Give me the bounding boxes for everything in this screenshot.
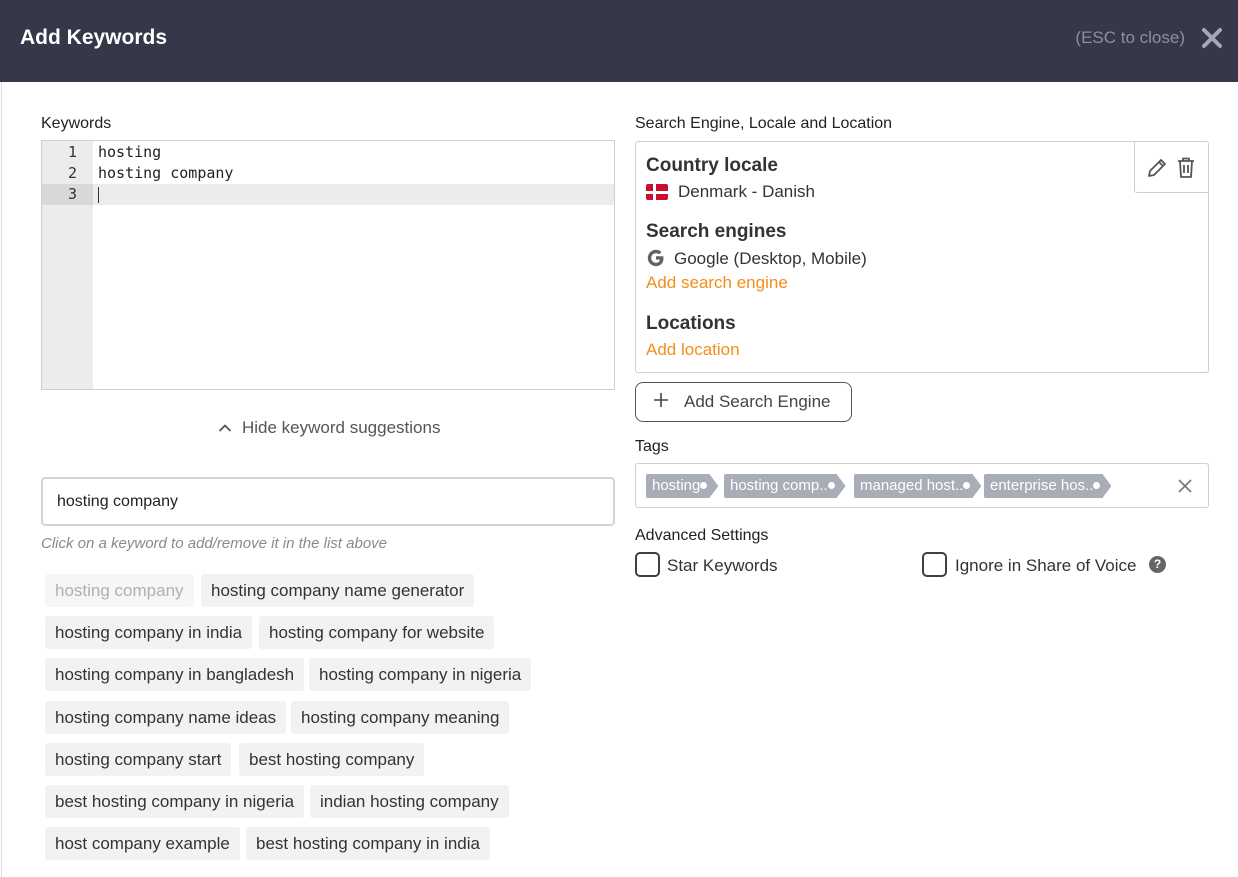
close-icon[interactable] xyxy=(1200,25,1224,51)
search-engine-section-label: Search Engine, Locale and Location xyxy=(635,115,893,132)
suggestion-chip[interactable]: hosting company meaning xyxy=(291,701,510,734)
tag-chip[interactable]: hosting xyxy=(646,474,718,498)
suggestion-chip[interactable]: best hosting company xyxy=(239,743,425,776)
tag-label: enterprise hos.. xyxy=(990,477,1094,494)
line-number: 3 xyxy=(67,185,77,203)
esc-hint: (ESC to close) xyxy=(1075,28,1185,47)
toggle-label: Hide keyword suggestions xyxy=(242,418,441,437)
clear-tags-icon[interactable] xyxy=(1176,477,1194,495)
help-icon[interactable]: ? xyxy=(1149,556,1166,573)
tag-label: hosting comp.. xyxy=(730,477,828,494)
suggestion-chip[interactable]: best hosting company in india xyxy=(246,827,490,860)
line-number: 1 xyxy=(67,143,77,161)
card-tools xyxy=(1134,142,1208,193)
line-number: 2 xyxy=(67,164,77,182)
tag-chip[interactable]: hosting comp.. xyxy=(724,474,846,498)
star-keywords-label[interactable]: Star Keywords xyxy=(667,556,778,576)
suggestion-chip[interactable]: hosting company in india xyxy=(45,616,253,649)
search-engines-heading: Search engines xyxy=(646,221,787,242)
suggestion-chip[interactable]: hosting company in nigeria xyxy=(309,658,532,691)
suggestion-chip[interactable]: best hosting company in nigeria xyxy=(45,785,305,818)
tag-hole-icon xyxy=(700,482,707,489)
google-icon xyxy=(646,248,666,268)
trash-icon[interactable] xyxy=(1176,156,1196,184)
tags-label: Tags xyxy=(635,438,669,455)
tag-hole-icon xyxy=(828,482,835,489)
suggestion-chip[interactable]: hosting company name ideas xyxy=(45,701,287,734)
suggestion-search-input[interactable] xyxy=(41,477,615,526)
advanced-settings-label: Advanced Settings xyxy=(635,527,769,544)
suggestion-chip[interactable]: hosting company name generator xyxy=(201,574,475,607)
active-line-highlight xyxy=(42,184,614,205)
suggestion-chip[interactable]: hosting company xyxy=(45,574,194,607)
suggestion-chip[interactable]: hosting company for website xyxy=(259,616,495,649)
search-engines-value: Google (Desktop, Mobile) xyxy=(674,249,867,268)
add-search-engine-link[interactable]: Add search engine xyxy=(646,273,788,293)
chevron-up-icon xyxy=(218,418,232,438)
modal-title: Add Keywords xyxy=(20,26,168,49)
ignore-sov-label[interactable]: Ignore in Share of Voice xyxy=(955,556,1136,576)
suggestion-chip[interactable]: hosting company in bangladesh xyxy=(45,658,305,691)
country-locale-value: Denmark - Danish xyxy=(678,182,815,201)
suggestion-chip[interactable]: indian hosting company xyxy=(310,785,509,818)
country-locale-heading: Country locale xyxy=(646,155,778,176)
plus-icon xyxy=(652,391,670,414)
tag-hole-icon xyxy=(1093,482,1100,489)
tag-chip[interactable]: enterprise hos.. xyxy=(984,474,1111,498)
suggestion-chip[interactable]: host company example xyxy=(45,827,240,860)
denmark-flag-icon xyxy=(646,184,668,200)
add-search-engine-label: Add Search Engine xyxy=(684,392,831,411)
add-location-link[interactable]: Add location xyxy=(646,340,740,360)
keywords-editor[interactable]: 1 2 3 hosting hosting company xyxy=(41,140,615,390)
ignore-sov-checkbox[interactable] xyxy=(922,552,947,577)
keyword-line[interactable]: hosting xyxy=(98,142,161,163)
tags-input[interactable]: hosting hosting comp.. managed host.. en… xyxy=(635,463,1209,508)
tag-label: managed host.. xyxy=(860,477,964,494)
keywords-label: Keywords xyxy=(41,115,112,132)
modal-header: Add Keywords (ESC to close) xyxy=(0,0,1238,82)
keyword-line[interactable]: hosting company xyxy=(98,163,233,184)
text-caret xyxy=(98,187,99,203)
suggestion-hint: Click on a keyword to add/remove it in t… xyxy=(41,535,388,552)
hide-suggestions-toggle[interactable]: Hide keyword suggestions xyxy=(218,418,440,438)
suggestion-chip[interactable]: hosting company start xyxy=(45,743,232,776)
star-keywords-checkbox[interactable] xyxy=(635,552,660,577)
locations-heading: Locations xyxy=(646,313,736,334)
pencil-icon[interactable] xyxy=(1146,157,1168,184)
add-search-engine-button[interactable]: Add Search Engine xyxy=(635,382,852,422)
tag-hole-icon xyxy=(963,482,970,489)
tag-chip[interactable]: managed host.. xyxy=(854,474,981,498)
search-engine-card: Country locale Denmark - Danish Search e… xyxy=(635,141,1209,373)
tag-label: hosting xyxy=(652,477,701,494)
